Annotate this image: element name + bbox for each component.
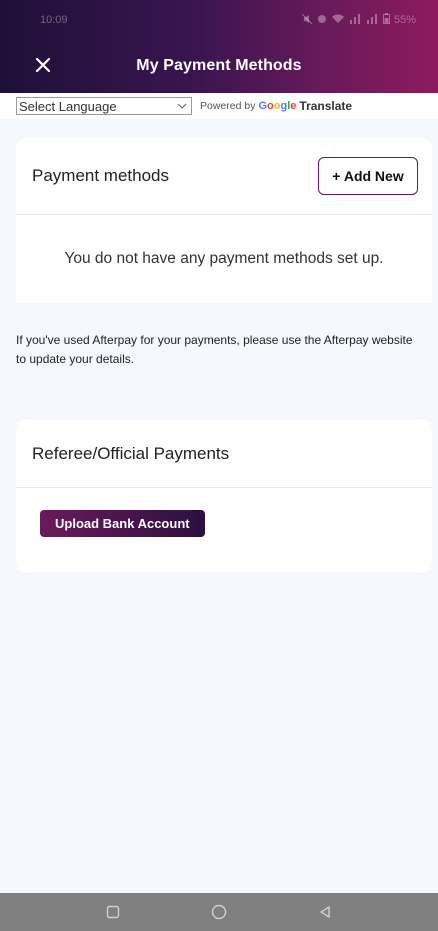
status-bar: 10:09 55% bbox=[0, 0, 438, 40]
mute-icon bbox=[301, 13, 313, 28]
record-icon bbox=[317, 14, 327, 27]
app-bar: My Payment Methods bbox=[0, 46, 438, 86]
google-translate-bar: Select Language Powered by Google Transl… bbox=[0, 93, 438, 119]
close-button[interactable] bbox=[30, 52, 56, 78]
empty-state-message: You do not have any payment methods set … bbox=[64, 250, 384, 267]
translate-link[interactable]: Translate bbox=[299, 99, 352, 113]
google-logo: Google bbox=[258, 100, 297, 112]
afterpay-note: If you've used Afterpay for your payment… bbox=[16, 303, 432, 408]
battery-level: 55% bbox=[393, 14, 416, 26]
payment-methods-title: Payment methods bbox=[32, 166, 170, 185]
back-button[interactable] bbox=[313, 900, 337, 924]
add-new-button[interactable]: + Add New bbox=[318, 157, 418, 195]
language-select-value: Select Language bbox=[19, 98, 117, 114]
payment-methods-header: Payment methods + Add New bbox=[16, 138, 432, 215]
battery-icon bbox=[382, 13, 390, 27]
android-nav-bar bbox=[0, 893, 438, 931]
signal-icon bbox=[349, 13, 362, 27]
payment-methods-card: Payment methods + Add New You do not hav… bbox=[16, 138, 432, 408]
wifi-icon bbox=[331, 13, 345, 27]
square-icon bbox=[106, 905, 120, 919]
recents-button[interactable] bbox=[101, 900, 125, 924]
status-icons: 55% bbox=[301, 13, 416, 28]
referee-payments-card: Referee/Official Payments Upload Bank Ac… bbox=[16, 420, 432, 572]
page-title: My Payment Methods bbox=[136, 57, 302, 74]
powered-by-google: Powered by Google Translate bbox=[200, 99, 352, 113]
app-header: 10:09 55% My Payment Methods bbox=[0, 0, 438, 93]
upload-bank-account-button[interactable]: Upload Bank Account bbox=[40, 510, 205, 537]
language-select[interactable]: Select Language bbox=[16, 97, 192, 115]
chevron-down-icon bbox=[177, 103, 187, 109]
referee-payments-header: Referee/Official Payments bbox=[16, 420, 432, 488]
home-button[interactable] bbox=[207, 900, 231, 924]
close-icon bbox=[35, 57, 51, 73]
status-time: 10:09 bbox=[40, 14, 68, 26]
back-triangle-icon bbox=[320, 906, 330, 918]
referee-payments-title: Referee/Official Payments bbox=[32, 443, 230, 463]
circle-icon bbox=[211, 904, 227, 920]
signal-icon-2 bbox=[366, 13, 379, 27]
powered-by-text: Powered by bbox=[200, 100, 256, 112]
